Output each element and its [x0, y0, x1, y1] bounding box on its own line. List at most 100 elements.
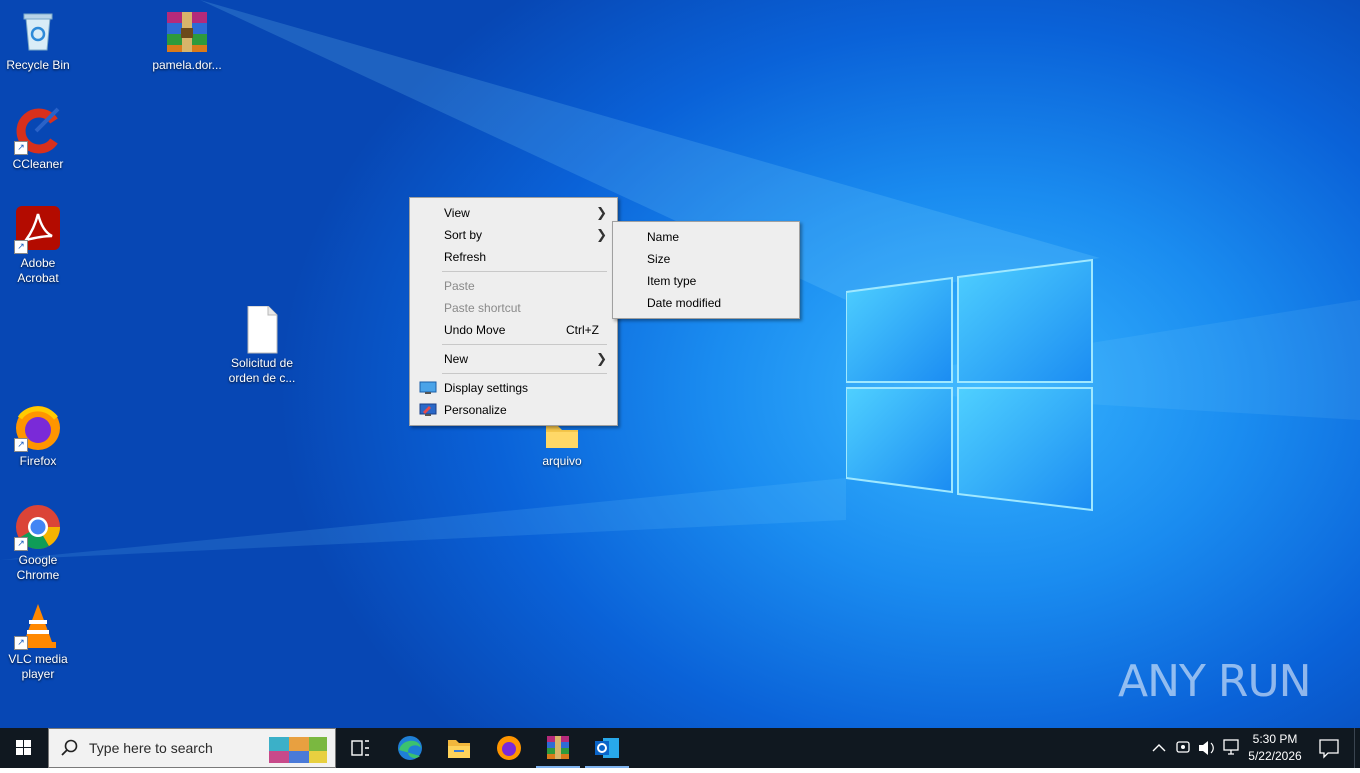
sort-by-submenu: Name Size Item type Date modified	[612, 221, 800, 319]
menu-item-label: Paste	[444, 279, 475, 293]
start-button[interactable]	[0, 728, 48, 768]
desktop[interactable]: Recycle Bin pamela.dor... ↗ CCleaner ↗ A…	[0, 0, 1360, 728]
chevron-right-icon: ❯	[596, 351, 607, 366]
taskbar-search-box[interactable]: Type here to search	[48, 728, 336, 768]
menu-item-label: Display settings	[444, 381, 529, 395]
chrome-icon: ↗	[14, 503, 62, 551]
volume-icon	[1199, 741, 1214, 755]
menu-item-label: Undo Move	[444, 323, 506, 337]
chevron-right-icon: ❯	[596, 227, 607, 242]
menu-separator	[442, 344, 607, 345]
firefox-icon	[497, 736, 521, 760]
menu-item-label: Paste shortcut	[444, 301, 521, 315]
firefox-icon: ↗	[14, 404, 62, 452]
shortcut-arrow-icon: ↗	[14, 141, 28, 155]
clock-date: 5/22/2026	[1248, 749, 1302, 763]
shortcut-arrow-icon: ↗	[14, 537, 28, 551]
taskbar-firefox[interactable]	[485, 728, 533, 768]
desktop-icon-label: Recycle Bin	[6, 58, 70, 72]
search-icon	[61, 739, 78, 756]
clock-time: 5:30 PM	[1252, 732, 1298, 746]
menu-item-refresh[interactable]: Refresh	[410, 246, 617, 268]
menu-item-label: View	[444, 206, 470, 220]
menu-item-label: Size	[647, 252, 671, 266]
edge-icon	[398, 736, 422, 760]
tray-volume[interactable]	[1196, 728, 1218, 768]
taskbar-winrar[interactable]	[534, 728, 582, 768]
windows-start-icon	[16, 740, 31, 755]
desktop-icon-recycle-bin[interactable]: Recycle Bin	[0, 8, 76, 73]
menu-item-new[interactable]: New ❯	[410, 348, 617, 370]
blank-file-icon	[238, 305, 286, 354]
action-center-button[interactable]	[1314, 728, 1344, 768]
desktop-icon-label: VLC media player	[8, 652, 68, 681]
menu-item-view[interactable]: View ❯	[410, 202, 617, 224]
windows-wallpaper-logo	[846, 258, 1093, 512]
menu-separator	[442, 271, 607, 272]
desktop-icon-ccleaner[interactable]: ↗ CCleaner	[0, 107, 76, 172]
desktop-icon-solicitud[interactable]: Solicitud de orden de c...	[224, 305, 300, 386]
winrar-archive-icon	[163, 8, 211, 56]
desktop-icon-adobe-acrobat[interactable]: ↗ Adobe Acrobat	[0, 206, 76, 286]
display-settings-icon	[419, 381, 437, 394]
ccleaner-icon: ↗	[14, 107, 62, 155]
taskbar-clock[interactable]: 5:30 PM 5/22/2026	[1244, 731, 1306, 765]
sort-option-name[interactable]: Name	[613, 226, 799, 248]
chevron-up-icon	[1152, 744, 1166, 752]
menu-item-accelerator: Ctrl+Z	[566, 323, 599, 337]
menu-item-personalize[interactable]: Personalize	[410, 399, 617, 421]
file-explorer-icon	[448, 740, 470, 758]
desktop-icon-vlc[interactable]: ↗ VLC media player	[0, 602, 76, 682]
desktop-icon-archive[interactable]: pamela.dor...	[149, 8, 225, 73]
show-desktop-button[interactable]	[1354, 728, 1360, 768]
menu-item-paste-shortcut: Paste shortcut	[410, 297, 617, 319]
taskbar-outlook[interactable]	[583, 728, 631, 768]
menu-item-sort-by[interactable]: Sort by ❯	[410, 224, 617, 246]
desktop-icon-label: Adobe Acrobat	[17, 256, 59, 285]
sort-option-size[interactable]: Size	[613, 248, 799, 270]
menu-item-label: New	[444, 352, 469, 366]
desktop-icon-label: pamela.dor...	[152, 58, 222, 72]
wallpaper-light-beams	[0, 0, 1360, 560]
desktop-icon-firefox[interactable]: ↗ Firefox	[0, 404, 76, 469]
search-highlight-puzzle-icon	[269, 737, 327, 763]
tray-network[interactable]	[1220, 728, 1242, 768]
desktop-icon-label: arquivo	[542, 454, 582, 468]
desktop-icon-label: Solicitud de orden de c...	[228, 356, 296, 385]
show-hidden-icons-button[interactable]	[1148, 728, 1170, 768]
sort-option-date-modified[interactable]: Date modified	[613, 292, 799, 314]
winrar-icon	[547, 736, 569, 759]
menu-separator	[442, 373, 607, 374]
menu-item-label: Item type	[647, 274, 697, 288]
desktop-icon-google-chrome[interactable]: ↗ Google Chrome	[0, 503, 76, 583]
menu-item-label: Name	[647, 230, 680, 244]
shortcut-arrow-icon: ↗	[14, 240, 28, 254]
menu-item-paste: Paste	[410, 275, 617, 297]
taskbar: Type here to search 5:30 PM 5/22/2026	[0, 728, 1360, 768]
search-placeholder: Type here to search	[89, 740, 213, 756]
vlc-icon: ↗	[14, 602, 62, 650]
shortcut-arrow-icon: ↗	[14, 438, 28, 452]
adobe-acrobat-icon: ↗	[14, 206, 62, 254]
desktop-icon-label: Firefox	[19, 454, 57, 468]
meet-now-icon	[1176, 741, 1190, 753]
menu-item-label: Refresh	[444, 250, 487, 264]
sort-option-item-type[interactable]: Item type	[613, 270, 799, 292]
anyrun-watermark: ANY RUN	[1118, 656, 1312, 707]
taskbar-edge[interactable]	[386, 728, 434, 768]
recycle-bin-icon	[14, 8, 62, 56]
taskbar-file-explorer[interactable]	[435, 728, 483, 768]
menu-item-label: Personalize	[444, 403, 507, 417]
outlook-icon	[595, 738, 619, 758]
menu-item-display-settings[interactable]: Display settings	[410, 377, 617, 399]
desktop-icon-label: CCleaner	[12, 157, 64, 171]
task-view-icon	[351, 740, 369, 756]
personalize-icon	[419, 403, 437, 416]
tray-meet-now[interactable]	[1172, 728, 1194, 768]
network-icon	[1223, 739, 1239, 755]
menu-item-label: Sort by	[444, 228, 483, 242]
menu-item-undo-move[interactable]: Undo Move Ctrl+Z	[410, 319, 617, 341]
task-view-button[interactable]	[336, 728, 384, 768]
shortcut-arrow-icon: ↗	[14, 636, 28, 650]
desktop-icon-label: Google Chrome	[16, 553, 60, 582]
